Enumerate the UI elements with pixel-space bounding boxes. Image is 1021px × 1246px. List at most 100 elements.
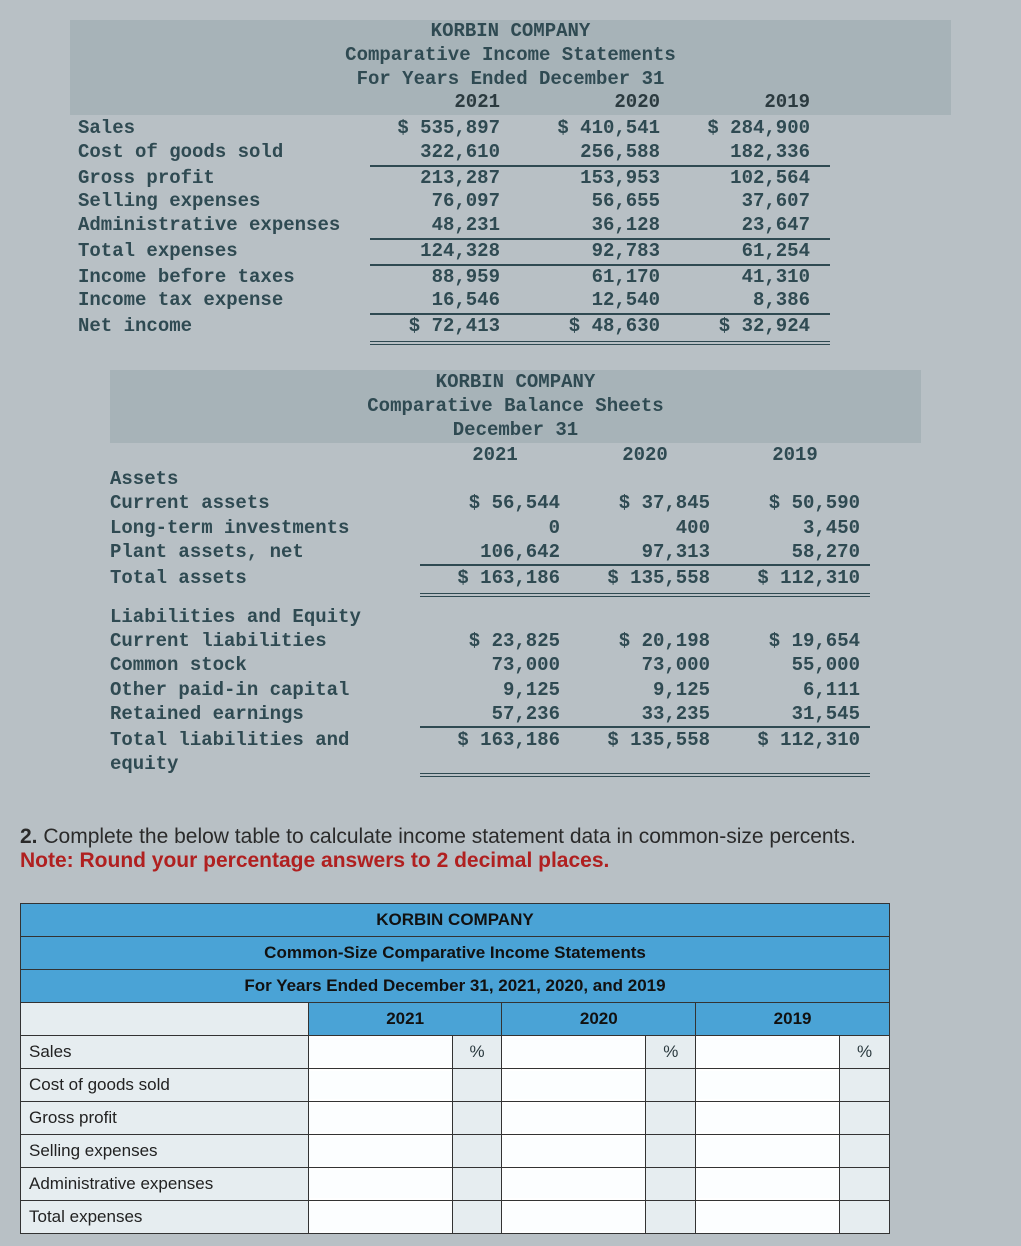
bs-row: Current assets$ 56,544$ 37,845$ 50,590 bbox=[110, 491, 921, 515]
answer-input[interactable] bbox=[502, 1203, 645, 1231]
bs-cell: $ 112,310 bbox=[720, 566, 870, 596]
bs-cell: 3,450 bbox=[720, 516, 870, 540]
answer-input-cell[interactable] bbox=[502, 1167, 646, 1200]
answer-input[interactable] bbox=[696, 1104, 839, 1132]
bs-cell: $ 135,558 bbox=[570, 566, 720, 596]
is-cell: 124,328 bbox=[370, 240, 520, 266]
bs-cell: 9,125 bbox=[570, 678, 720, 702]
bs-cell: $ 56,544 bbox=[420, 491, 570, 515]
is-cell: 48,231 bbox=[370, 214, 520, 240]
answer-row: Sales%%% bbox=[21, 1035, 890, 1068]
is-year-2021: 2021 bbox=[370, 91, 520, 115]
answer-company: KORBIN COMPANY bbox=[21, 903, 890, 936]
answer-input[interactable] bbox=[309, 1137, 452, 1165]
answer-input-cell[interactable] bbox=[696, 1101, 840, 1134]
bs-row-label: Plant assets, net bbox=[110, 540, 420, 566]
is-cell: 213,287 bbox=[370, 167, 520, 191]
is-cell: 322,610 bbox=[370, 141, 520, 167]
percent-label bbox=[646, 1167, 696, 1200]
answer-input[interactable] bbox=[309, 1170, 452, 1198]
bs-year-2020: 2020 bbox=[570, 443, 720, 467]
is-cell: 41,310 bbox=[680, 266, 830, 290]
answer-row: Cost of goods sold bbox=[21, 1068, 890, 1101]
answer-row: Total expenses bbox=[21, 1200, 890, 1233]
answer-input-cell[interactable] bbox=[308, 1167, 452, 1200]
bs-row: Other paid-in capital9,1259,1256,111 bbox=[110, 678, 921, 702]
answer-input[interactable] bbox=[309, 1104, 452, 1132]
is-cell: $ 410,541 bbox=[520, 117, 680, 141]
answer-input-cell[interactable] bbox=[696, 1167, 840, 1200]
answer-table-wrap: KORBIN COMPANY Common-Size Comparative I… bbox=[20, 903, 1001, 1234]
answer-row-label: Sales bbox=[21, 1035, 309, 1068]
answer-input[interactable] bbox=[502, 1170, 645, 1198]
percent-label: % bbox=[452, 1035, 502, 1068]
is-cell: $ 32,924 bbox=[680, 315, 830, 345]
is-row-label: Net income bbox=[70, 315, 370, 345]
answer-input-cell[interactable] bbox=[696, 1068, 840, 1101]
answer-input-cell[interactable] bbox=[308, 1068, 452, 1101]
answer-input[interactable] bbox=[696, 1203, 839, 1231]
percent-label bbox=[840, 1167, 890, 1200]
answer-input-cell[interactable] bbox=[696, 1200, 840, 1233]
bs-cell: 73,000 bbox=[570, 653, 720, 677]
bs-period: December 31 bbox=[110, 418, 921, 442]
answer-input-cell[interactable] bbox=[696, 1035, 840, 1068]
bs-row: Common stock73,00073,00055,000 bbox=[110, 653, 921, 677]
bs-heading: Assets bbox=[110, 467, 420, 491]
answer-period: For Years Ended December 31, 2021, 2020,… bbox=[21, 969, 890, 1002]
answer-input-cell[interactable] bbox=[502, 1068, 646, 1101]
bs-cell: 55,000 bbox=[720, 653, 870, 677]
answer-input-cell[interactable] bbox=[502, 1200, 646, 1233]
bs-heading: Liabilities and Equity bbox=[110, 605, 420, 629]
answer-input-cell[interactable] bbox=[502, 1035, 646, 1068]
answer-input-cell[interactable] bbox=[502, 1101, 646, 1134]
answer-row-label: Selling expenses bbox=[21, 1134, 309, 1167]
answer-input-cell[interactable] bbox=[308, 1101, 452, 1134]
bs-row-label: Current assets bbox=[110, 491, 420, 515]
is-company: KORBIN COMPANY bbox=[70, 20, 951, 44]
is-row: Income before taxes88,95961,17041,310 bbox=[70, 266, 951, 290]
bs-header: KORBIN COMPANY Comparative Balance Sheet… bbox=[110, 370, 921, 443]
bs-cell: $ 50,590 bbox=[720, 491, 870, 515]
is-cell: 61,254 bbox=[680, 240, 830, 266]
answer-input[interactable] bbox=[502, 1104, 645, 1132]
is-row-label: Cost of goods sold bbox=[70, 141, 370, 167]
question-text: Complete the below table to calculate in… bbox=[43, 825, 855, 848]
answer-input-cell[interactable] bbox=[308, 1035, 452, 1068]
bs-cell: $ 19,654 bbox=[720, 629, 870, 653]
is-period: For Years Ended December 31 bbox=[70, 68, 951, 92]
percent-label bbox=[840, 1068, 890, 1101]
answer-input-cell[interactable] bbox=[696, 1134, 840, 1167]
percent-label bbox=[646, 1068, 696, 1101]
answer-input[interactable] bbox=[309, 1071, 452, 1099]
answer-input[interactable] bbox=[696, 1071, 839, 1099]
bs-year-2019: 2019 bbox=[720, 443, 870, 467]
answer-input-cell[interactable] bbox=[308, 1134, 452, 1167]
answer-input[interactable] bbox=[502, 1038, 645, 1066]
bs-cell: $ 37,845 bbox=[570, 491, 720, 515]
percent-label bbox=[646, 1134, 696, 1167]
balance-sheet: KORBIN COMPANY Comparative Balance Sheet… bbox=[110, 370, 921, 785]
bs-row: Total assets$ 163,186$ 135,558$ 112,310 bbox=[110, 566, 921, 596]
answer-input[interactable] bbox=[696, 1170, 839, 1198]
is-cell: 182,336 bbox=[680, 141, 830, 167]
answer-input[interactable] bbox=[696, 1038, 839, 1066]
is-row: Total expenses124,32892,78361,254 bbox=[70, 240, 951, 266]
bs-row: Current liabilities$ 23,825$ 20,198$ 19,… bbox=[110, 629, 921, 653]
answer-year-2020: 2020 bbox=[502, 1002, 696, 1035]
answer-input[interactable] bbox=[696, 1137, 839, 1165]
is-year-row: 2021 2020 2019 bbox=[70, 91, 951, 115]
answer-input-cell[interactable] bbox=[308, 1200, 452, 1233]
bs-row-label: Common stock bbox=[110, 653, 420, 677]
answer-input[interactable] bbox=[309, 1038, 452, 1066]
answer-input[interactable] bbox=[502, 1137, 645, 1165]
answer-input-cell[interactable] bbox=[502, 1134, 646, 1167]
answer-input[interactable] bbox=[309, 1203, 452, 1231]
bs-cell: 6,111 bbox=[720, 678, 870, 702]
bs-cell: 400 bbox=[570, 516, 720, 540]
answer-row: Selling expenses bbox=[21, 1134, 890, 1167]
bs-title: Comparative Balance Sheets bbox=[110, 394, 921, 418]
is-cell: $ 284,900 bbox=[680, 117, 830, 141]
is-cell: 76,097 bbox=[370, 190, 520, 214]
answer-input[interactable] bbox=[502, 1071, 645, 1099]
